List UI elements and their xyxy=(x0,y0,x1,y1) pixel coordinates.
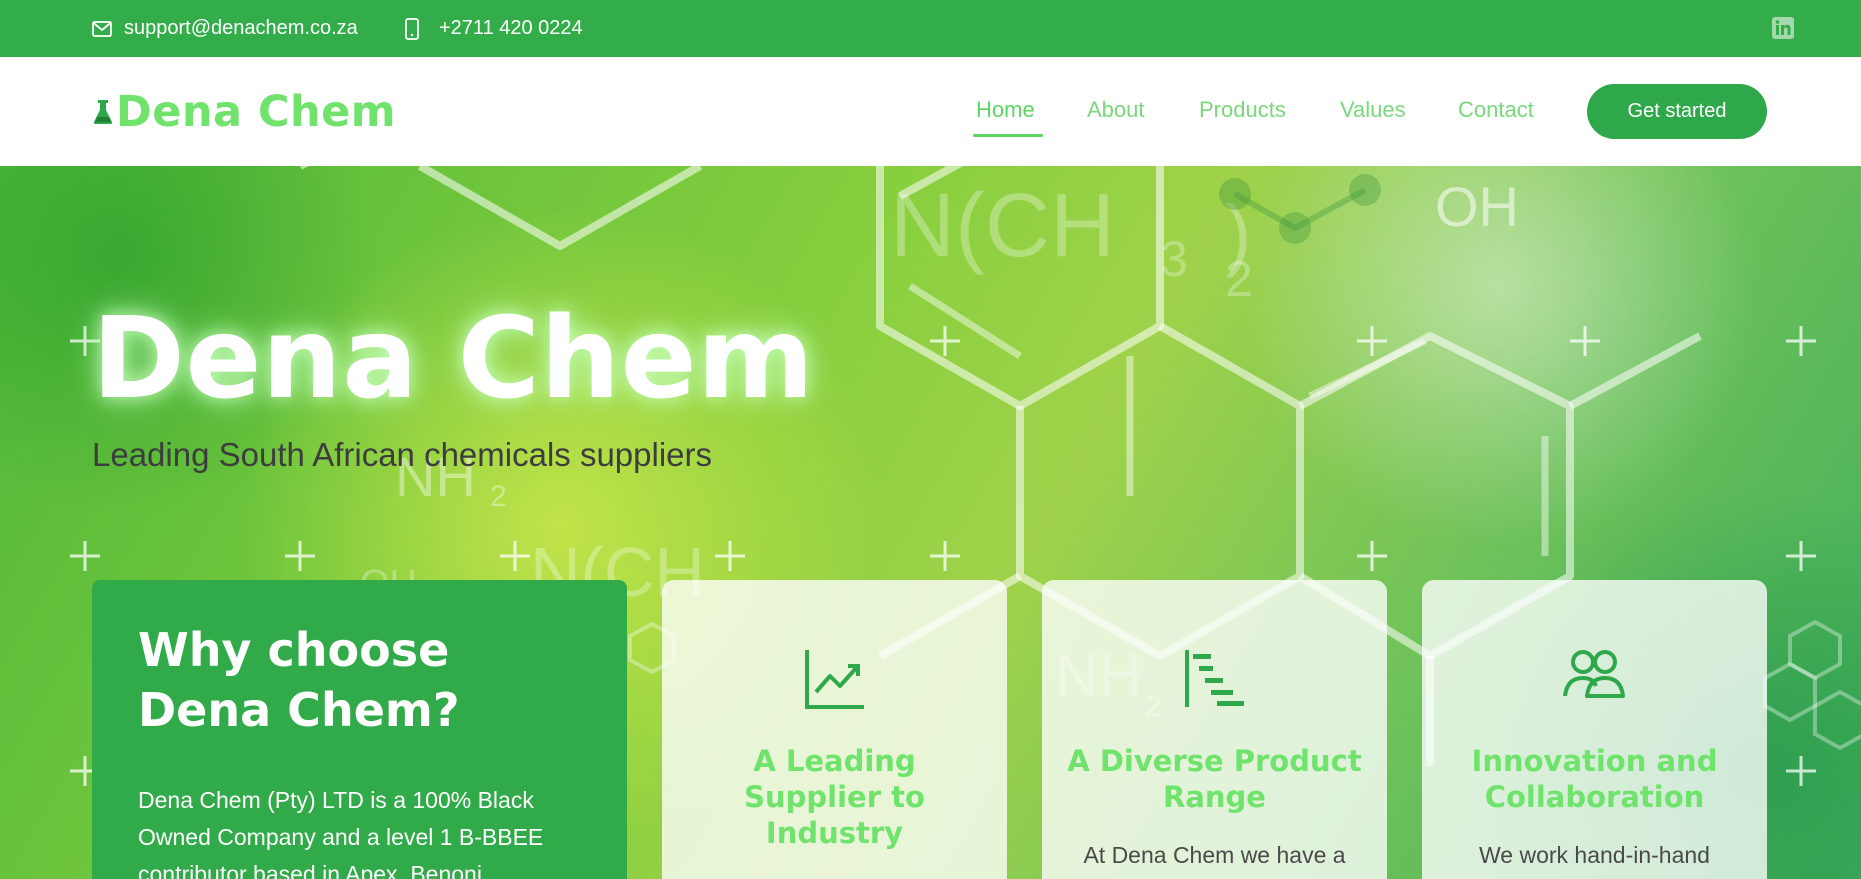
feature-card-title: A Diverse Product Range xyxy=(1067,744,1362,814)
svg-text:N(CH: N(CH xyxy=(890,176,1115,276)
hero-title: Dena Chem xyxy=(92,294,815,424)
get-started-button[interactable]: Get started xyxy=(1587,84,1767,139)
feature-card-product-range: A Diverse Product Range At Dena Chem we … xyxy=(1042,580,1387,879)
envelope-icon xyxy=(92,20,112,37)
svg-text:3: 3 xyxy=(1160,231,1188,287)
hero-section: N(CH 3 ) 2 OH NH 2 OH N(CH NH 2 xyxy=(0,166,1861,879)
feature-card-innovation: Innovation and Collaboration We work han… xyxy=(1422,580,1767,879)
why-choose-title: Why choose Dena Chem? xyxy=(138,623,460,737)
svg-text:OH: OH xyxy=(1435,175,1519,238)
email-contact[interactable]: support@denachem.co.za xyxy=(92,0,358,57)
line-chart-icon xyxy=(662,648,1007,709)
nav-products[interactable]: Products xyxy=(1199,97,1286,123)
nav-home[interactable]: Home xyxy=(976,97,1035,123)
sorted-bars-icon xyxy=(1042,648,1387,708)
top-contact-bar: support@denachem.co.za +2711 420 0224 xyxy=(0,0,1861,57)
flask-icon xyxy=(92,99,114,125)
nav-values[interactable]: Values xyxy=(1340,97,1406,123)
linkedin-icon[interactable] xyxy=(1771,16,1795,40)
phone-text[interactable]: +2711 420 0224 xyxy=(439,17,583,40)
feature-card-text: We work hand-in-hand xyxy=(1479,842,1710,868)
site-header: Dena Chem Home About Products Values Con… xyxy=(0,57,1861,166)
feature-card-text: At Dena Chem we have a xyxy=(1083,842,1346,868)
why-choose-text: Dena Chem (Pty) LTD is a 100% Black Owne… xyxy=(138,787,544,879)
people-icon xyxy=(1422,648,1767,708)
nav-contact[interactable]: Contact xyxy=(1458,97,1534,123)
site-logo[interactable]: Dena Chem xyxy=(92,57,396,166)
nav-about[interactable]: About xyxy=(1087,97,1145,123)
phone-icon xyxy=(405,17,419,40)
phone-contact[interactable]: +2711 420 0224 xyxy=(405,0,583,57)
feature-card-title: A Leading Supplier to Industry xyxy=(744,744,925,850)
svg-text:2: 2 xyxy=(1225,251,1253,307)
why-choose-card: Why choose Dena Chem? Dena Chem (Pty) LT… xyxy=(92,580,627,879)
email-text[interactable]: support@denachem.co.za xyxy=(124,17,358,40)
svg-text:2: 2 xyxy=(490,480,507,513)
active-nav-indicator xyxy=(973,134,1043,137)
feature-card-leading-supplier: A Leading Supplier to Industry xyxy=(662,580,1007,879)
hero-subtitle: Leading South African chemicals supplier… xyxy=(92,436,713,473)
feature-card-title: Innovation and Collaboration xyxy=(1471,744,1718,814)
logo-text[interactable]: Dena Chem xyxy=(116,87,396,137)
